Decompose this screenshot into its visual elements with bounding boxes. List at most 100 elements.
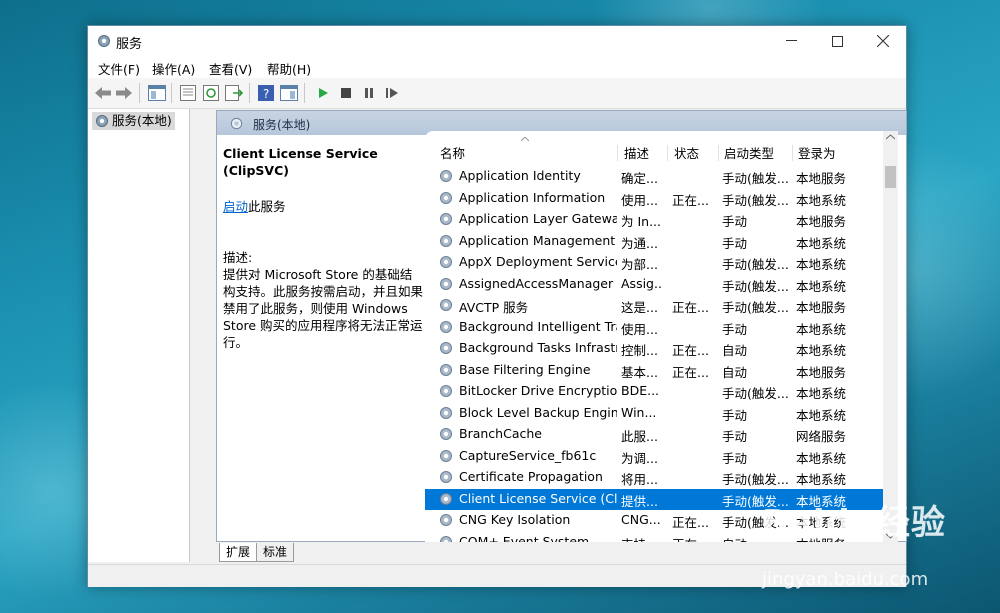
play-icon [319,88,328,98]
refresh-button[interactable] [202,84,220,102]
tree-item-services-local[interactable]: 服务(本地) [92,112,175,130]
service-name-cell: BitLocker Drive Encryption ... [459,383,617,398]
minimize-icon [785,40,797,41]
service-startup-cell: 手动(触发... [722,278,788,294]
toolbar-separator [139,83,140,103]
watermark-main: Baidu经验 [762,503,947,543]
vertical-scrollbar[interactable] [883,131,898,542]
menu-action[interactable]: 操作(A) [152,59,195,78]
toolbar-separator [304,83,305,103]
service-name-cell: AppX Deployment Service ... [459,254,617,269]
back-button[interactable] [94,84,112,102]
column-header-log-on-as[interactable]: 登录为 [798,143,836,162]
start-service-link[interactable]: 启动 [223,199,248,214]
service-gear-icon [440,406,452,419]
service-startup-cell: 手动(触发... [722,192,788,208]
service-row[interactable]: AppX Deployment Service ... 为部... 手动(触发...… [425,252,883,273]
window-title: 服务 [116,37,143,52]
show-hide-tree-button[interactable] [148,84,166,102]
scrollbar-thumb[interactable] [885,166,896,188]
minimize-button[interactable] [768,26,814,56]
close-button[interactable] [860,26,906,56]
service-desc-cell: 为 In... [621,214,661,229]
watermark-url: jingyan.baidu.com [762,569,929,590]
service-row[interactable]: Block Level Backup Engine ...Win... 手动 本地系… [425,403,883,424]
start-service-button[interactable] [314,84,332,102]
service-startup-cell: 自动 [722,364,748,380]
restart-service-button[interactable] [383,84,401,102]
service-desc-cell: Assig... [621,275,661,291]
export-icon [225,85,243,101]
title-bar[interactable]: 服务 [88,26,906,56]
close-icon [877,35,889,47]
service-logon-cell: 本地系统 [796,257,847,272]
service-name-cell: Application Identity [459,168,581,183]
service-row[interactable]: Application Management 为通... 手动 本地系统 [425,231,883,252]
menu-view[interactable]: 查看(V) [209,59,252,78]
service-logon-cell: 本地系统 [796,278,847,294]
service-name-cell: CaptureService_fb61c [459,447,597,463]
scroll-up-icon[interactable] [886,134,895,140]
svg-text:?: ? [263,87,269,101]
service-startup-cell: 手动 [722,321,748,337]
stop-service-button[interactable] [337,84,355,102]
export-list-button[interactable] [225,84,243,102]
service-gear-icon [440,256,452,268]
service-row[interactable]: AVCTP 服务 这是... 正在... 手动(触发... 本地服务 [425,295,883,316]
service-startup-cell: 手动(触发... [722,300,788,315]
forward-button[interactable] [115,84,133,102]
column-separator [792,145,793,161]
services-gear-icon [98,35,110,47]
description-label: 描述: [223,250,253,265]
column-header-startup-type[interactable]: 启动类型 [724,143,774,162]
service-desc-cell: 将用... [621,472,658,487]
service-desc-cell: 使用... [621,321,658,337]
service-logon-cell: 本地服务 [796,171,847,186]
restart-icon [386,88,398,98]
services-gear-icon [96,115,108,127]
column-header-name[interactable]: 名称 [440,143,465,162]
service-logon-cell: 本地系统 [796,235,847,251]
service-row[interactable]: CaptureService_fb61c 为调... 手动 本地系统 [425,446,883,467]
service-row[interactable]: Application Identity 确定... 手动(触发... 本地服务 [425,166,883,187]
service-row[interactable]: Background Tasks Infrastru... 控制... 正在... 自… [425,338,883,359]
service-row[interactable]: Background Intelligent Tra...使用... 手动 本地系统 [425,317,883,338]
menu-help[interactable]: 帮助(H) [267,59,311,78]
toolbar-separator [249,83,250,103]
service-logon-cell: 本地服务 [796,364,847,380]
service-gear-icon [440,385,452,397]
service-row[interactable]: BitLocker Drive Encryption ... BDE... 手动(触… [425,381,883,402]
service-row[interactable]: BranchCache 此服... 手动 网络服务 [425,424,883,445]
service-startup-cell: 手动 [722,214,748,229]
service-desc-cell: 确定... [621,171,658,186]
service-row[interactable]: AssignedAccessManager ...Assig... 手动(触发..… [425,274,883,295]
maximize-button[interactable] [814,26,860,56]
menu-file[interactable]: 文件(F) [98,59,140,78]
service-startup-cell: 手动 [722,450,748,466]
pause-service-button[interactable] [360,84,378,102]
properties-icon [180,85,196,101]
column-separator [617,145,618,161]
tab-standard[interactable]: 标准 [256,543,295,562]
service-logon-cell: 本地系统 [796,343,847,358]
service-row[interactable]: Certificate Propagation 将用... 手动(触发... 本地系统 [425,467,883,488]
service-gear-icon [440,320,452,333]
service-row[interactable]: Base Filtering Engine 基本... 正在... 自动 本地服务 [425,360,883,381]
pane-header-label: 服务(本地) [253,118,311,132]
service-desc-cell: 这是... [621,300,658,315]
view-button[interactable] [280,84,298,102]
console-tree-icon [148,85,166,101]
view-tabs: 扩展 标准 [216,543,516,563]
service-row[interactable]: Application Information 使用... 正在... 手动(触发..… [425,188,883,209]
properties-button[interactable] [179,84,197,102]
service-status-cell: 正在... [672,364,709,380]
service-name-cell: Application Management [459,232,616,248]
service-startup-cell: 手动(触发... [722,472,788,487]
tab-extended[interactable]: 扩展 [219,543,258,562]
service-startup-cell: 自动 [722,343,748,358]
help-button[interactable]: ? [257,84,275,102]
column-header-status[interactable]: 状态 [674,143,699,162]
service-startup-cell: 手动(触发... [722,386,788,401]
column-header-description[interactable]: 描述 [624,143,649,162]
service-row[interactable]: Application Layer Gateway ... 为 In... 手动 本地… [425,209,883,230]
